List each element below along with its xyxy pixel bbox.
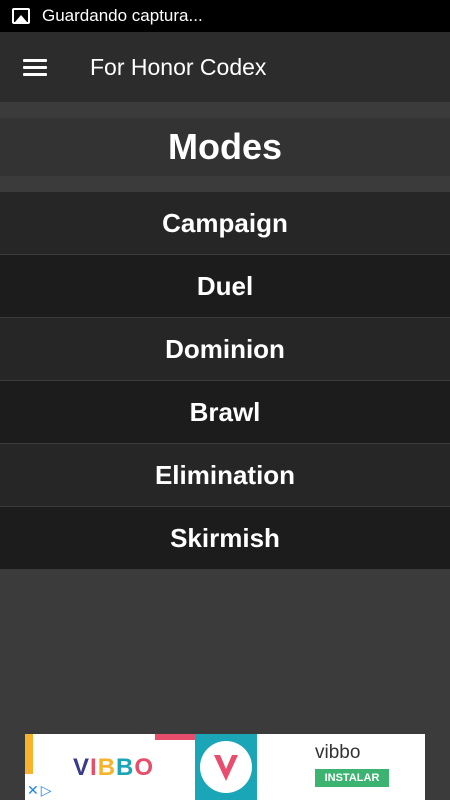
vibbo-v-icon bbox=[214, 755, 238, 781]
image-icon bbox=[12, 8, 30, 24]
ad-decoration bbox=[25, 734, 33, 774]
app-bar: For Honor Codex bbox=[0, 32, 450, 102]
adchoices-icon[interactable]: ▷ bbox=[41, 782, 52, 798]
status-bar: Guardando captura... bbox=[0, 0, 450, 32]
mode-item-brawl[interactable]: Brawl bbox=[0, 381, 450, 444]
main-content: Modes Campaign Duel Dominion Brawl Elimi… bbox=[0, 102, 450, 570]
ad-banner[interactable]: VIBBO vibbo INSTALAR ✕ ▷ bbox=[25, 734, 425, 800]
hamburger-menu-icon bbox=[23, 58, 47, 62]
mode-item-elimination[interactable]: Elimination bbox=[0, 444, 450, 507]
mode-item-dominion[interactable]: Dominion bbox=[0, 318, 450, 381]
ad-brand-name: vibbo bbox=[315, 742, 361, 763]
app-title: For Honor Codex bbox=[90, 53, 267, 80]
ad-logo: VIBBO bbox=[73, 754, 155, 781]
mode-item-campaign[interactable]: Campaign bbox=[0, 192, 450, 255]
menu-button[interactable] bbox=[0, 32, 70, 102]
mode-item-duel[interactable]: Duel bbox=[0, 255, 450, 318]
ad-app-icon[interactable] bbox=[195, 734, 257, 800]
mode-list: Campaign Duel Dominion Brawl Elimination… bbox=[0, 192, 450, 570]
close-icon[interactable]: ✕ bbox=[27, 782, 39, 798]
ad-install-button[interactable]: INSTALAR bbox=[315, 769, 389, 787]
ad-decoration bbox=[155, 734, 195, 740]
mode-item-skirmish[interactable]: Skirmish bbox=[0, 507, 450, 570]
section-title: Modes bbox=[0, 118, 450, 176]
ad-choices[interactable]: ✕ ▷ bbox=[25, 780, 65, 800]
status-text: Guardando captura... bbox=[42, 6, 203, 25]
